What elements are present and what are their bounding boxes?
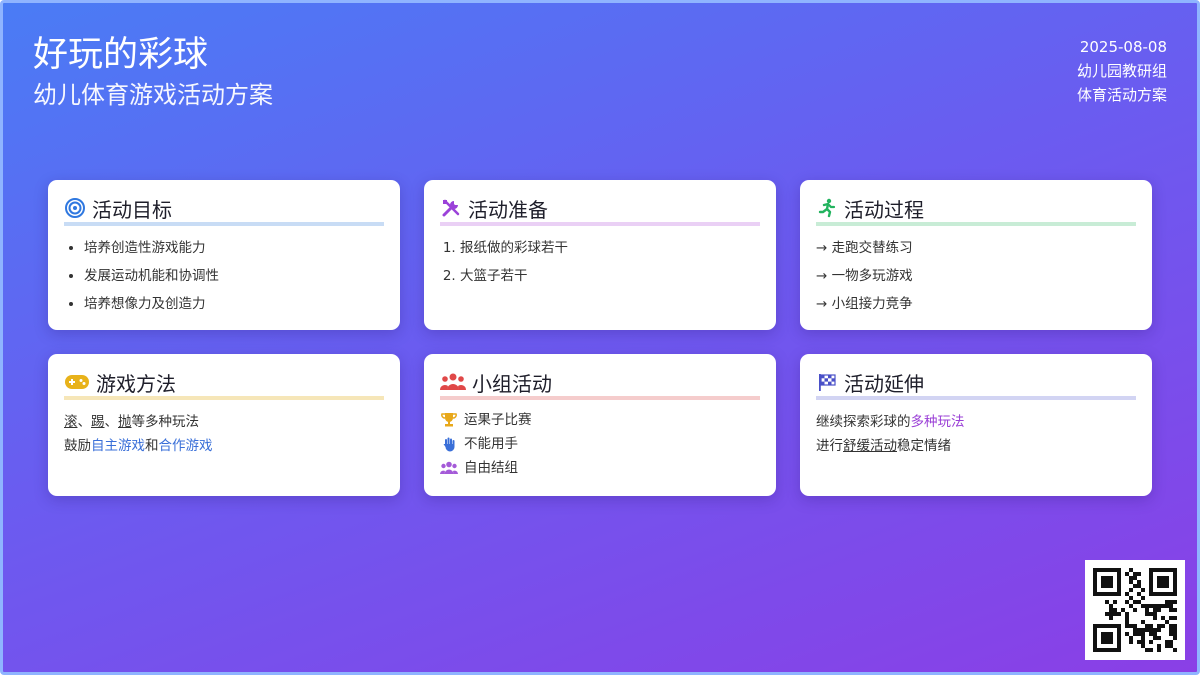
explore-text: 继续探索彩球的 xyxy=(816,414,911,430)
separator: 、 xyxy=(77,414,92,430)
method-text: 滚、踢、抛等多种玩法 鼓励自主游戏和合作游戏 xyxy=(64,410,384,458)
card-title: 活动准备 xyxy=(468,197,548,222)
prep-list: 报纸做的彩球若干 大篮子若干 xyxy=(440,234,760,290)
encourage-text: 鼓励 xyxy=(64,438,91,454)
qr-code-icon xyxy=(1085,560,1185,660)
page-subtitle: 幼儿体育游戏活动方案 xyxy=(33,81,273,109)
card-process: 活动过程 → 走跑交替练习 → 一物多玩游戏 → 小组接力竞争 xyxy=(800,180,1152,330)
card-header: 活动目标 xyxy=(64,196,384,226)
extension-text: 继续探索彩球的多种玩法 进行舒缓活动稳定情绪 xyxy=(816,410,1136,458)
list-item: 运果子比赛 xyxy=(440,408,760,432)
group-list: 运果子比赛 不能用手 自由结组 xyxy=(440,408,760,480)
org-text: 幼儿园教研组 xyxy=(1076,62,1167,80)
free-play-highlight: 自主游戏 xyxy=(91,438,145,454)
card-header: 游戏方法 xyxy=(64,370,384,400)
running-person-icon xyxy=(816,197,838,219)
list-item: 发展运动机能和协调性 xyxy=(84,262,384,290)
group-icon xyxy=(440,371,466,393)
card-header: 活动延伸 xyxy=(816,370,1136,400)
calm-activity-highlight: 舒缓活动 xyxy=(843,438,897,454)
card-header: 活动过程 xyxy=(816,196,1136,226)
list-item-label: 不能用手 xyxy=(464,436,518,452)
process-steps: → 走跑交替练习 → 一物多玩游戏 → 小组接力竞争 xyxy=(816,234,1136,318)
hand-icon xyxy=(440,435,458,453)
card-group: 小组活动 运果子比赛 不能用手 自由结组 xyxy=(424,354,776,496)
do-text: 进行 xyxy=(816,438,843,454)
and-text: 和 xyxy=(145,438,159,454)
target-icon xyxy=(64,197,86,219)
step-item: → 小组接力竞争 xyxy=(816,296,913,312)
card-prep: 活动准备 报纸做的彩球若干 大篮子若干 xyxy=(424,180,776,330)
doc-type-text: 体育活动方案 xyxy=(1076,86,1167,104)
date-text: 2025-08-08 xyxy=(1079,38,1167,56)
card-title: 活动延伸 xyxy=(844,371,924,396)
card-title: 游戏方法 xyxy=(96,371,176,396)
card-goals: 活动目标 培养创造性游戏能力 发展运动机能和协调性 培养想像力及创造力 xyxy=(48,180,400,330)
card-header: 活动准备 xyxy=(440,196,760,226)
checkered-flag-icon xyxy=(816,371,838,393)
kick-word: 踢 xyxy=(91,414,105,430)
list-item: 报纸做的彩球若干 xyxy=(460,234,760,262)
goals-list: 培养创造性游戏能力 发展运动机能和协调性 培养想像力及创造力 xyxy=(64,234,384,318)
list-item: 大篮子若干 xyxy=(460,262,760,290)
list-item-label: 自由结组 xyxy=(464,460,518,476)
step-item: → 走跑交替练习 xyxy=(816,240,913,256)
card-title: 活动目标 xyxy=(92,197,172,222)
list-item-label: 运果子比赛 xyxy=(464,412,532,428)
card-title: 活动过程 xyxy=(844,197,924,222)
stabilize-text: 稳定情绪 xyxy=(897,438,951,454)
multi-play-highlight: 多种玩法 xyxy=(910,414,965,430)
card-method: 游戏方法 滚、踢、抛等多种玩法 鼓励自主游戏和合作游戏 xyxy=(48,354,400,496)
users-icon xyxy=(440,459,458,477)
card-title: 小组活动 xyxy=(472,371,552,396)
list-item: 培养创造性游戏能力 xyxy=(84,234,384,262)
list-item: 不能用手 xyxy=(440,432,760,456)
card-header: 小组活动 xyxy=(440,370,760,400)
page-title: 好玩的彩球 xyxy=(33,35,209,75)
throw-word: 抛 xyxy=(118,414,132,430)
trophy-icon xyxy=(440,411,458,429)
header: 好玩的彩球 幼儿体育游戏活动方案 xyxy=(33,33,273,111)
list-item: 培养想像力及创造力 xyxy=(84,290,384,318)
separator: 、 xyxy=(104,414,119,430)
method-rest: 等多种玩法 xyxy=(131,414,200,430)
tools-icon xyxy=(440,197,462,219)
roll-word: 滚 xyxy=(64,414,78,430)
step-item: → 一物多玩游戏 xyxy=(816,268,913,284)
header-meta: 2025-08-08 幼儿园教研组 体育活动方案 xyxy=(1077,35,1167,107)
gamepad-icon xyxy=(64,371,90,393)
card-extension: 活动延伸 继续探索彩球的多种玩法 进行舒缓活动稳定情绪 xyxy=(800,354,1152,496)
coop-play-highlight: 合作游戏 xyxy=(158,438,213,454)
list-item: 自由结组 xyxy=(440,456,760,480)
slide: 好玩的彩球 幼儿体育游戏活动方案 2025-08-08 幼儿园教研组 体育活动方… xyxy=(0,0,1200,675)
